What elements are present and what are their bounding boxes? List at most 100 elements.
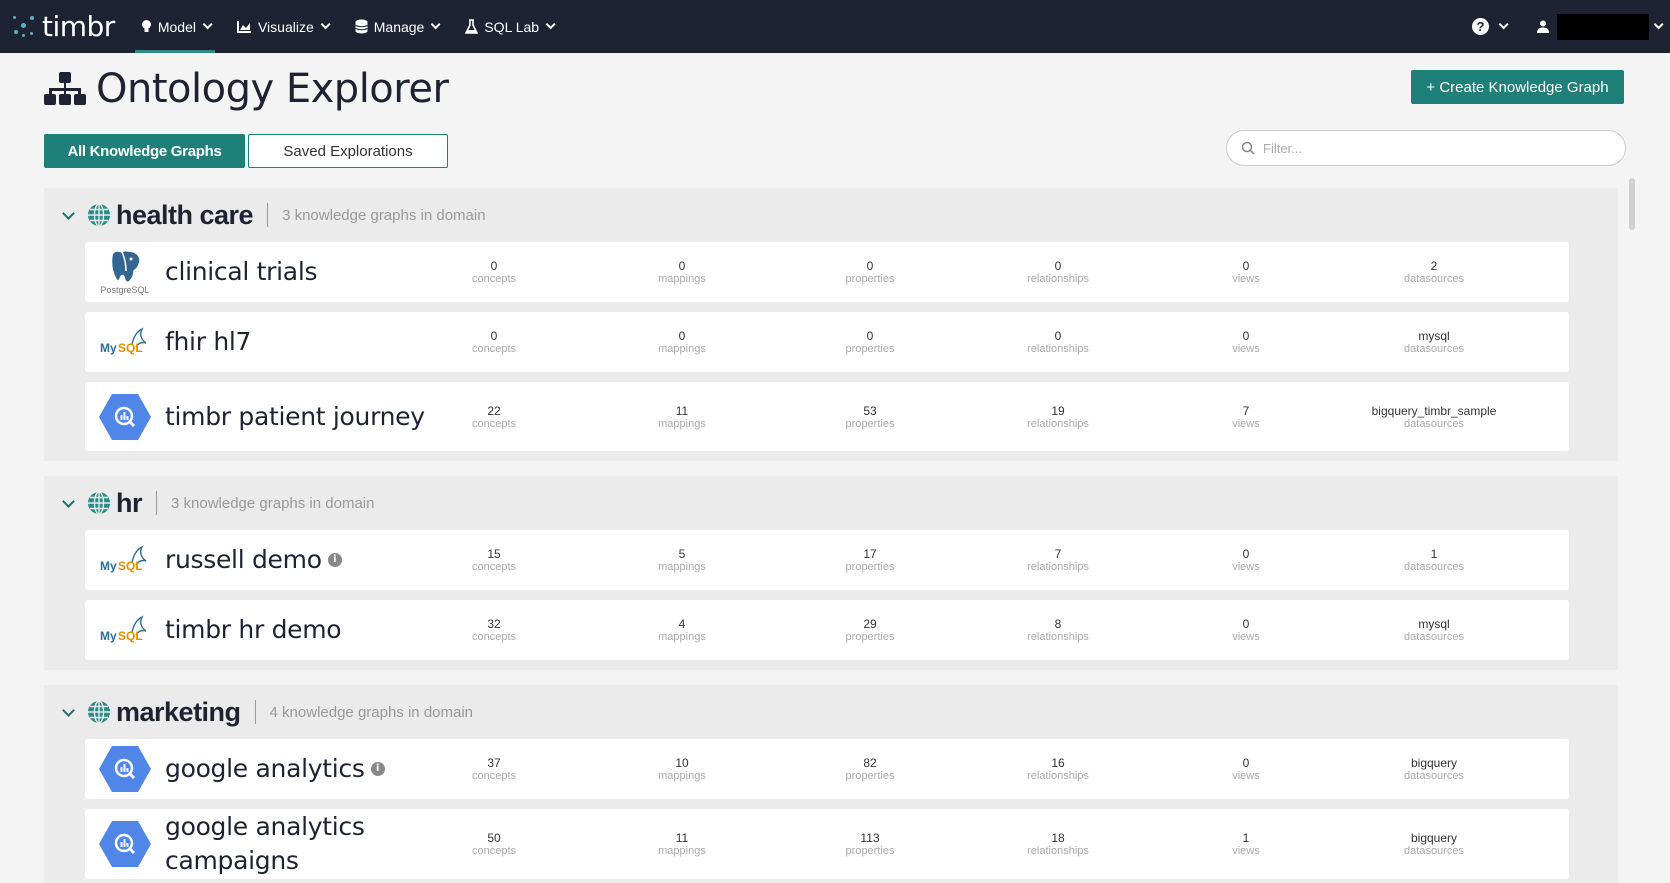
info-icon[interactable]: i — [370, 762, 385, 776]
chevron-down-icon — [202, 19, 213, 30]
stat-datasources: bigquery_timbr_sample datasources — [1372, 404, 1497, 430]
domain-graph-count: 3 knowledge graphs in domain — [282, 206, 486, 224]
stat-value: 29 — [863, 617, 877, 631]
domain-header: health care 3 knowledge graphs in domain — [44, 188, 1618, 242]
flask-icon — [465, 19, 479, 34]
menu-visualize[interactable]: Visualize — [223, 0, 341, 53]
stat-label: views — [1232, 561, 1260, 573]
stat-value: 32 — [487, 617, 501, 631]
knowledge-graph-row[interactable]: My SQL fhir hl7 0 concepts 0 mappings 0 properti… — [85, 312, 1569, 372]
info-icon[interactable]: i — [327, 553, 342, 567]
stat-value: 0 — [490, 259, 498, 273]
stat-properties: 113 properties — [846, 831, 895, 857]
knowledge-graph-row[interactable]: My SQL russell demo i 15 concepts 5 mappings 17 p… — [85, 530, 1569, 590]
datasource-logo: My SQL — [85, 615, 165, 645]
menu-manage-label: Manage — [373, 18, 425, 35]
knowledge-graph-row[interactable]: timbr patient journey 22 concepts 11 mapping… — [85, 382, 1569, 451]
datasource-logo — [85, 744, 165, 794]
user-name-redacted — [1557, 13, 1649, 40]
stat-label: mappings — [658, 417, 706, 430]
knowledge-graph-row[interactable]: PostgreSQL clinical trials 0 concepts 0 mappi… — [85, 242, 1569, 302]
knowledge-graph-name[interactable]: fhir hl7 — [165, 325, 455, 359]
brand-name: timbr — [42, 10, 115, 43]
stat-concepts: 37 concepts — [472, 756, 516, 782]
stat-relationships: 16 relationships — [1027, 756, 1089, 782]
stat-label: views — [1232, 273, 1260, 285]
datasource-logo: PostgreSQL — [85, 249, 165, 295]
knowledge-graph-name-text: google analytics — [165, 754, 365, 783]
stat-concepts: 32 concepts — [472, 617, 516, 643]
knowledge-graph-row[interactable]: google analytics campaigns 50 concepts 11 ma… — [85, 809, 1569, 879]
stat-relationships: 19 relationships — [1027, 404, 1089, 430]
domain-section: health care 3 knowledge graphs in domain P… — [44, 188, 1618, 461]
menu-manage[interactable]: Manage — [341, 0, 452, 53]
stat-mappings: 11 mappings — [658, 831, 706, 857]
stat-relationships: 0 relationships — [1027, 329, 1089, 355]
mysql-my-text: My — [100, 341, 117, 355]
stat-views: 7 views — [1232, 404, 1260, 430]
stat-mappings: 11 mappings — [658, 404, 706, 430]
mysql-my-text: My — [100, 559, 117, 573]
knowledge-graph-row[interactable]: My SQL timbr hr demo 32 concepts 4 mappings 29 p… — [85, 600, 1569, 660]
stat-datasources: bigquery datasources — [1404, 831, 1464, 857]
stat-label: relationships — [1027, 631, 1089, 643]
chevron-down-icon[interactable] — [62, 703, 75, 717]
domain-header: marketing 4 knowledge graphs in domain — [44, 685, 1618, 739]
stat-value: 10 — [675, 756, 689, 770]
help-menu[interactable]: ? — [1472, 18, 1509, 35]
stat-relationships: 8 relationships — [1027, 617, 1089, 643]
page-title: Ontology Explorer — [96, 66, 449, 112]
stat-value: mysql — [1418, 329, 1450, 343]
knowledge-graph-name[interactable]: timbr hr demo — [165, 613, 455, 647]
stat-datasources: 2 datasources — [1404, 259, 1464, 285]
menu-sql-lab-label: SQL Lab — [484, 18, 540, 35]
timbr-logo[interactable]: timbr — [10, 0, 115, 53]
chevron-down-icon — [1653, 19, 1664, 30]
filter-input[interactable] — [1263, 140, 1603, 156]
stat-value: 0 — [1242, 259, 1250, 273]
domain-section: hr 3 knowledge graphs in domain My SQL russe… — [44, 476, 1618, 670]
chevron-down-icon[interactable] — [62, 206, 75, 220]
help-icon: ? — [1472, 18, 1489, 35]
stat-label: datasources — [1404, 273, 1464, 285]
stat-properties: 53 properties — [846, 404, 895, 430]
stat-label: views — [1232, 770, 1260, 782]
stat-label: relationships — [1027, 343, 1089, 355]
chevron-down-icon[interactable] — [62, 494, 75, 508]
stat-label: mappings — [658, 561, 706, 573]
filter-box — [1226, 130, 1626, 166]
stat-mappings: 4 mappings — [658, 617, 706, 643]
page-title-block: Ontology Explorer — [44, 66, 449, 112]
scrollbar[interactable] — [1629, 178, 1635, 230]
knowledge-graph-name[interactable]: clinical trials — [165, 255, 455, 289]
knowledge-graph-name[interactable]: google analytics i — [165, 752, 455, 786]
stat-label: concepts — [471, 770, 517, 782]
menu-model[interactable]: Model — [127, 0, 223, 53]
knowledge-graph-name[interactable]: russell demo i — [165, 543, 455, 577]
user-menu[interactable] — [1537, 13, 1664, 40]
domain-section: marketing 4 knowledge graphs in domain goo… — [44, 685, 1618, 883]
knowledge-graph-name[interactable]: timbr patient journey — [165, 400, 455, 434]
stat-label: concepts — [471, 417, 517, 430]
stat-value: bigquery — [1410, 831, 1458, 845]
stat-label: views — [1232, 845, 1260, 857]
stat-label: relationships — [1027, 417, 1089, 430]
database-icon — [355, 19, 368, 34]
stat-label: relationships — [1027, 845, 1089, 857]
stat-value: 15 — [487, 547, 501, 561]
stat-label: concepts — [471, 343, 517, 355]
knowledge-graph-name-text: timbr hr demo — [165, 615, 342, 644]
tab-saved-explorations[interactable]: Saved Explorations — [248, 134, 448, 168]
chevron-down-icon — [431, 19, 441, 30]
tab-all-knowledge-graphs[interactable]: All Knowledge Graphs — [44, 134, 245, 168]
menu-model-label: Model — [157, 18, 196, 35]
stat-value: 0 — [1054, 259, 1062, 273]
stat-value: 7 — [1242, 403, 1250, 418]
knowledge-graph-row[interactable]: google analytics i 37 concepts 10 mappings 82 p… — [85, 739, 1569, 799]
create-knowledge-graph-button[interactable]: + Create Knowledge Graph — [1411, 70, 1624, 104]
menu-sql-lab[interactable]: SQL Lab — [451, 0, 566, 53]
knowledge-graph-name[interactable]: google analytics campaigns — [165, 810, 455, 878]
stat-label: views — [1232, 631, 1260, 643]
postgresql-logo-icon: PostgreSQL — [100, 249, 150, 295]
stat-value: 22 — [487, 403, 501, 418]
